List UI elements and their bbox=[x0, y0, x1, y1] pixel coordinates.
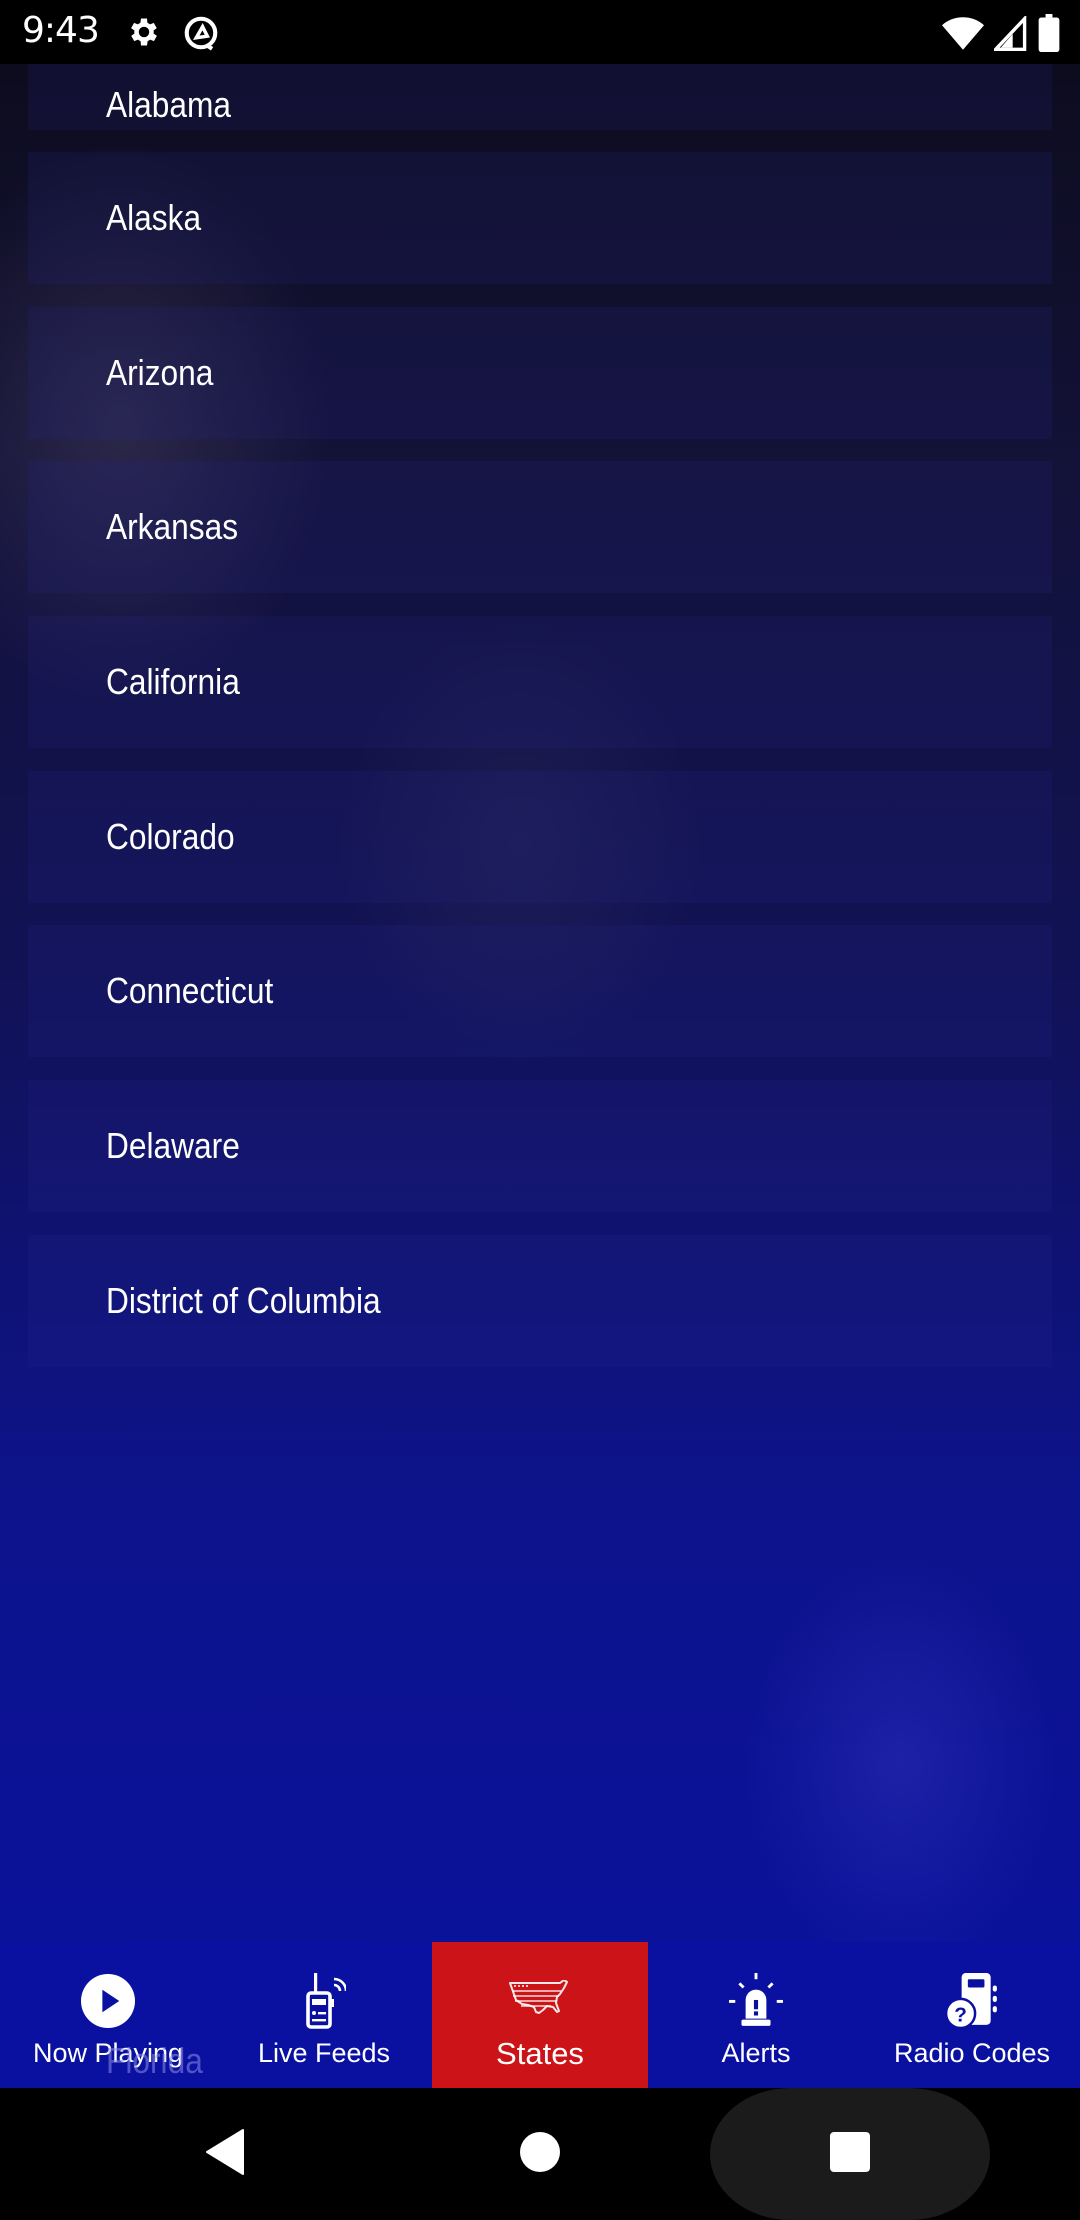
gear-icon bbox=[126, 14, 162, 57]
state-item-alabama[interactable]: Alabama bbox=[28, 64, 1052, 130]
system-navigation-bar bbox=[0, 2088, 1080, 2220]
state-item-colorado[interactable]: Colorado bbox=[28, 771, 1052, 903]
state-label: Colorado bbox=[106, 816, 235, 857]
tab-alerts[interactable]: Alerts bbox=[648, 1942, 864, 2088]
tab-label: Alerts bbox=[721, 2038, 791, 2068]
tab-live-feeds[interactable]: Live Feeds bbox=[216, 1942, 432, 2088]
radio-codes-icon: ? bbox=[945, 1972, 999, 2030]
wifi-icon bbox=[942, 16, 984, 57]
state-label: District of Columbia bbox=[106, 1280, 381, 1321]
state-label: Delaware bbox=[106, 1125, 240, 1166]
state-item-california[interactable]: California bbox=[28, 616, 1052, 748]
state-item-arizona[interactable]: Arizona bbox=[28, 307, 1052, 439]
at-sign-icon bbox=[182, 14, 220, 57]
tab-radio-codes[interactable]: ? Radio Codes bbox=[864, 1942, 1080, 2088]
state-label: Alabama bbox=[106, 83, 232, 125]
tab-label: Live Feeds bbox=[257, 2038, 391, 2068]
back-icon[interactable] bbox=[205, 2128, 245, 2181]
states-screen: Alabama Alaska Arizona Arkansas Californ… bbox=[0, 64, 1080, 2090]
tab-label: States bbox=[496, 2036, 584, 2071]
state-item-connecticut[interactable]: Connecticut bbox=[28, 925, 1052, 1057]
usa-flag-map-icon bbox=[507, 1972, 573, 2030]
siren-icon bbox=[729, 1972, 783, 2030]
state-label: California bbox=[106, 661, 240, 702]
state-item-alaska[interactable]: Alaska bbox=[28, 152, 1052, 284]
home-icon[interactable] bbox=[520, 2132, 560, 2177]
status-bar: 9:43 bbox=[0, 0, 1080, 64]
state-label: Arkansas bbox=[106, 506, 239, 547]
radio-handset-icon bbox=[302, 1972, 346, 2030]
state-label: Arizona bbox=[106, 352, 214, 393]
status-time: 9:43 bbox=[22, 10, 100, 51]
state-item-arkansas[interactable]: Arkansas bbox=[28, 461, 1052, 593]
battery-icon bbox=[1038, 14, 1060, 57]
tab-label: Now Playing bbox=[32, 2038, 184, 2068]
state-label: Connecticut bbox=[106, 970, 274, 1011]
state-item-delaware[interactable]: Delaware bbox=[28, 1080, 1052, 1212]
tab-states[interactable]: States bbox=[432, 1942, 648, 2088]
cell-signal-icon bbox=[991, 14, 1028, 57]
svg-text:?: ? bbox=[954, 2004, 967, 2027]
recents-icon[interactable] bbox=[830, 2132, 870, 2177]
tab-now-playing[interactable]: Now Playing bbox=[0, 1942, 216, 2088]
state-item-district-of-columbia[interactable]: District of Columbia bbox=[28, 1235, 1052, 1367]
tab-label: Radio Codes bbox=[893, 2038, 1051, 2068]
state-label: Alaska bbox=[106, 197, 202, 238]
bottom-navigation: Now Playing Live Feeds States Alerts ? R… bbox=[0, 1942, 1080, 2088]
play-circle-icon bbox=[81, 1972, 135, 2030]
